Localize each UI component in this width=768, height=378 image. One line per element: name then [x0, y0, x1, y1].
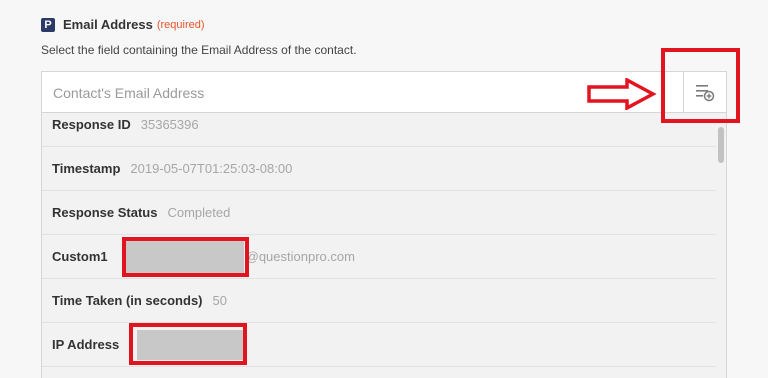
option-value: 50	[212, 293, 227, 308]
field-header: P Email Address (required)	[41, 17, 205, 32]
annotation-highlight-picker	[661, 48, 740, 123]
option-label: Response ID	[52, 117, 131, 132]
option-label: Time Taken (in seconds)	[52, 293, 203, 308]
option-value: 35365396	[140, 117, 199, 132]
option-label: Timestamp	[52, 161, 121, 176]
option-response-id[interactable]: Response ID 35365396	[42, 113, 716, 147]
field-help-text: Select the field containing the Email Ad…	[41, 43, 357, 57]
option-label: IP Address	[52, 337, 120, 352]
email-field-placeholder: Contact's Email Address	[53, 85, 205, 101]
annotation-highlight-custom1	[122, 237, 249, 277]
option-timestamp[interactable]: Timestamp 2019-05-07T01:25:03-08:00	[42, 147, 716, 191]
option-value: Completed	[167, 205, 231, 220]
dropdown-scrollbar[interactable]	[718, 127, 724, 163]
option-time-taken[interactable]: Time Taken (in seconds) 50	[42, 279, 716, 323]
annotation-highlight-ip	[129, 323, 247, 365]
option-label: Response Status	[52, 205, 158, 220]
field-label: Email Address	[63, 17, 153, 32]
option-response-status[interactable]: Response Status Completed	[42, 191, 716, 235]
annotation-arrow-icon	[587, 78, 657, 110]
option-label: Custom1	[52, 249, 108, 264]
option-value: 2019-05-07T01:25:03-08:00	[130, 161, 293, 176]
required-tag: (required)	[156, 18, 205, 31]
option-value: @questionpro.com	[245, 249, 355, 264]
app-badge-icon: P	[41, 17, 55, 32]
